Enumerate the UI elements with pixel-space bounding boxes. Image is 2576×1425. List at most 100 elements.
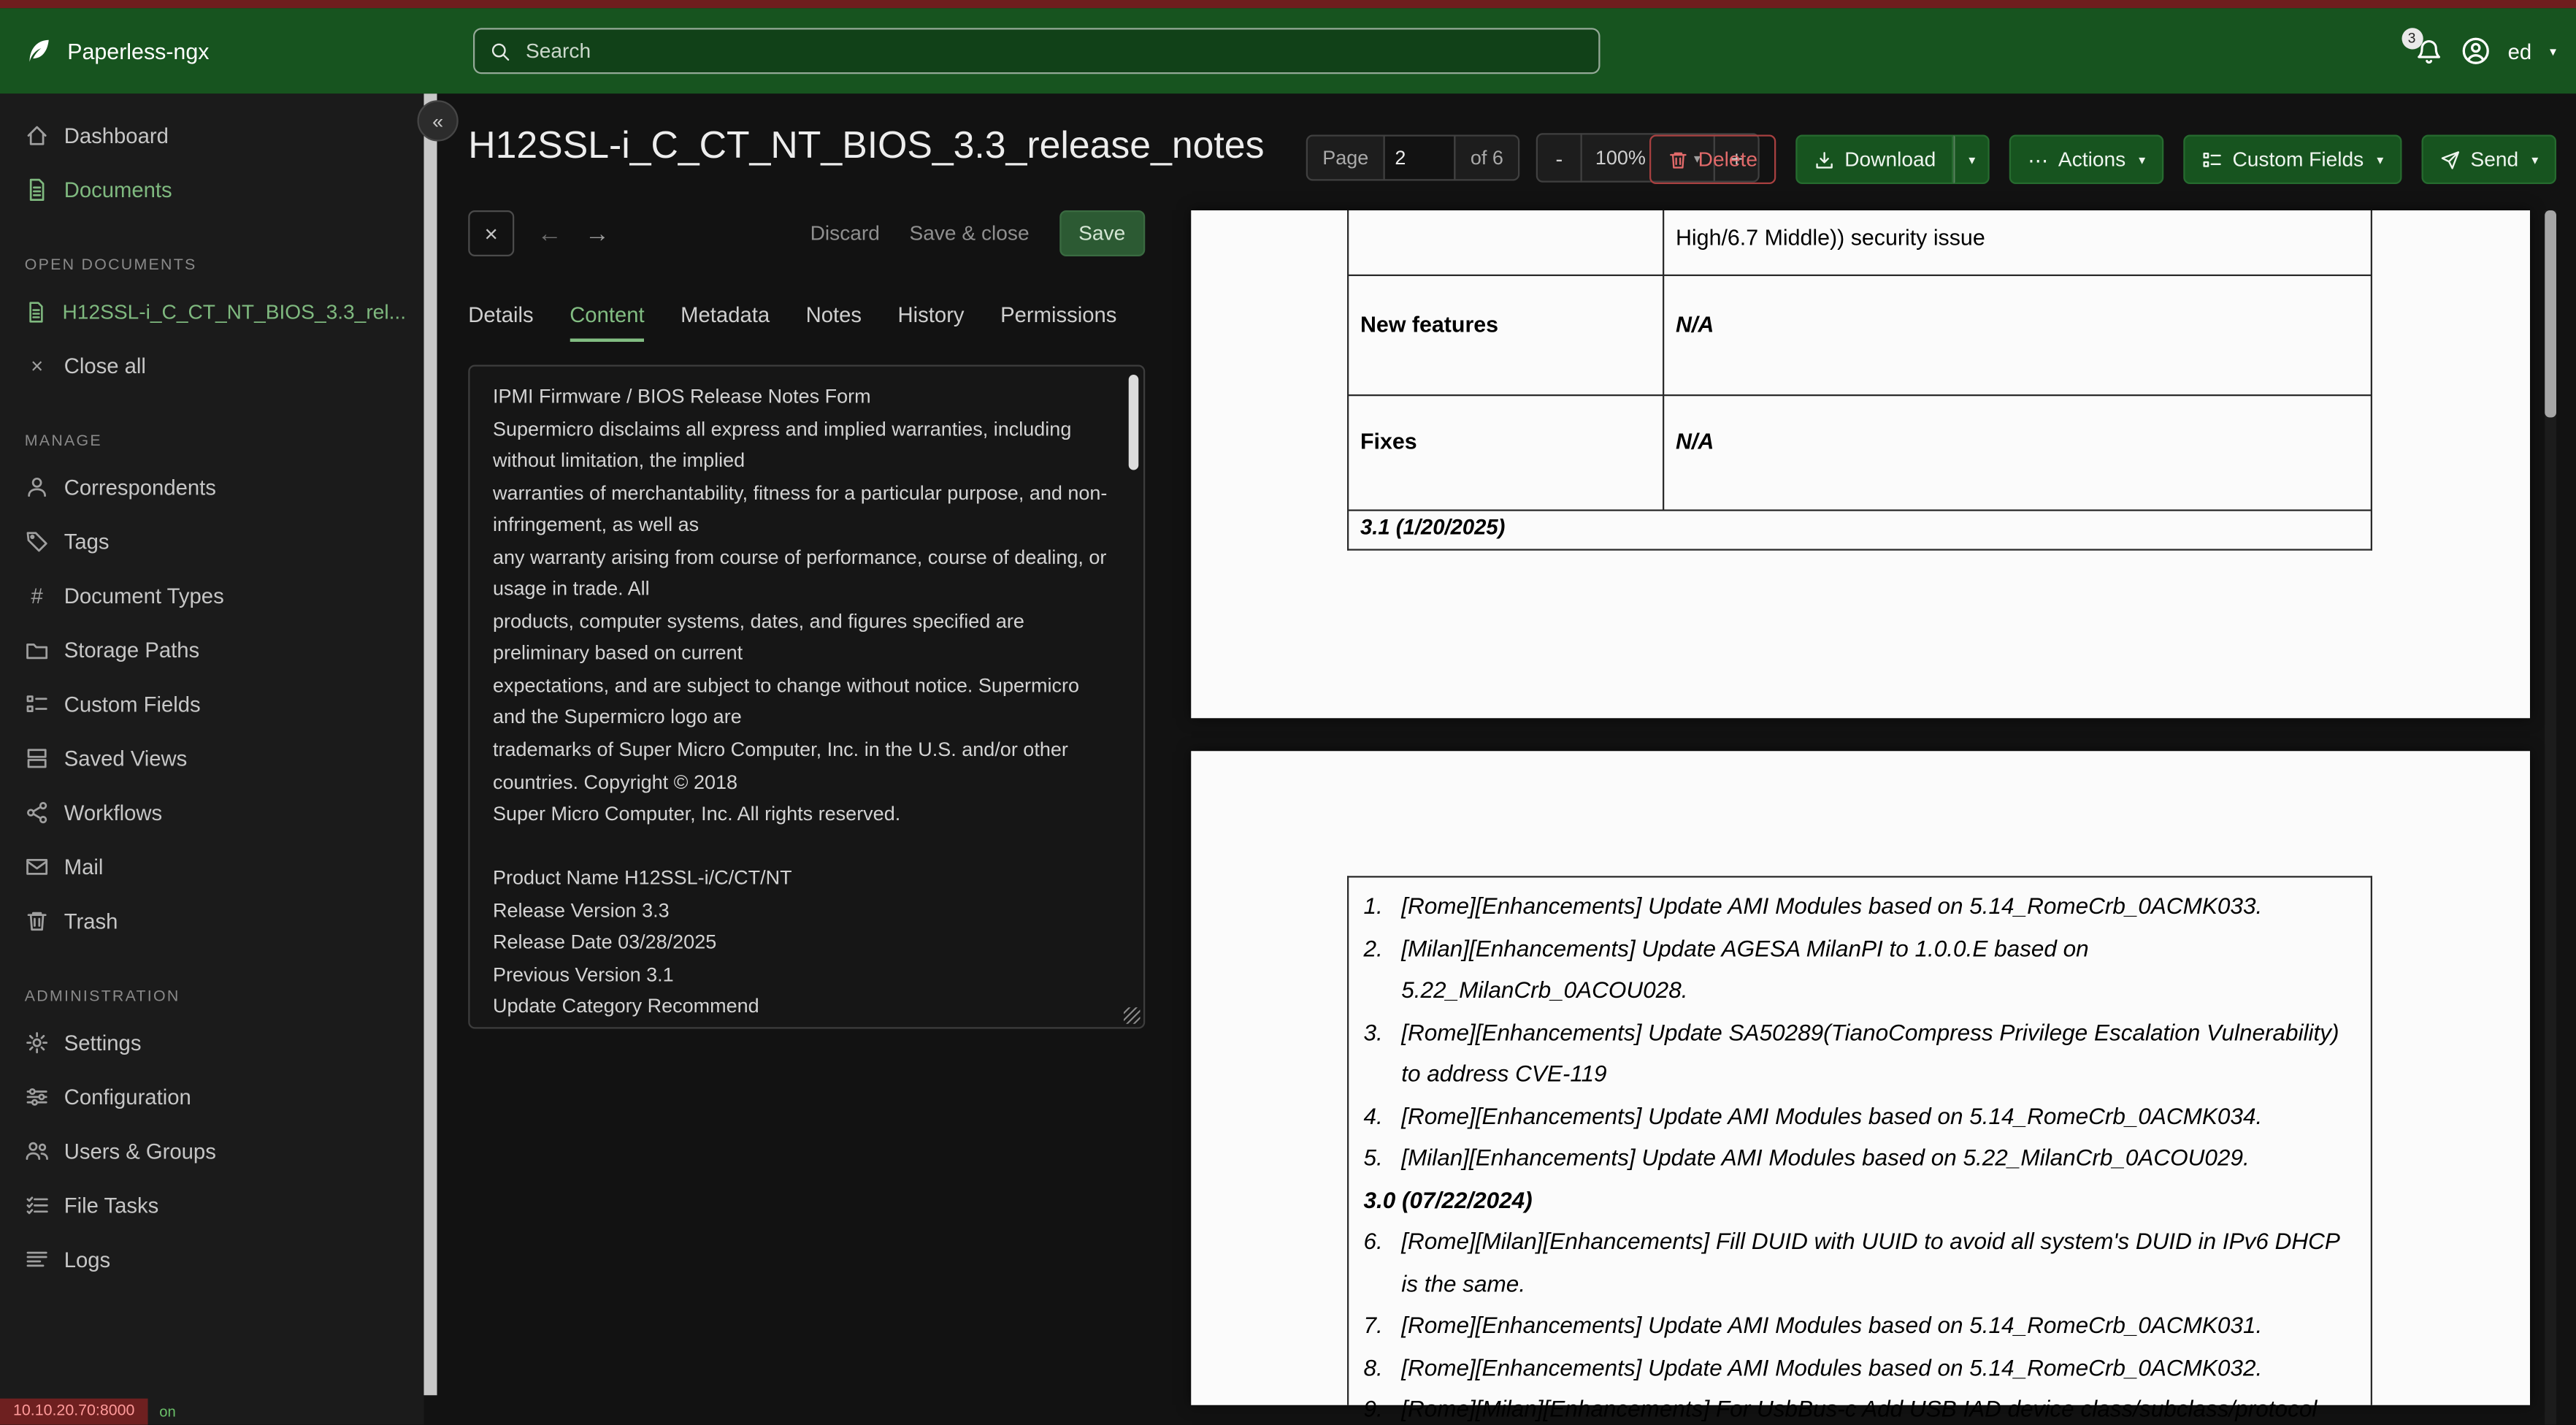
page-number-input[interactable] (1384, 135, 1456, 181)
download-caret-button[interactable]: ▾ (1954, 135, 1990, 185)
sidebar-item-label: Tags (64, 530, 110, 554)
send-button[interactable]: Send ▾ (2421, 135, 2556, 185)
table-line (1347, 876, 1349, 1405)
close-document-button[interactable]: × (468, 210, 514, 256)
sidebar-item-storage-paths[interactable]: Storage Paths (0, 623, 424, 677)
delete-button[interactable]: Delete (1649, 135, 1776, 185)
table-line (1663, 210, 1664, 510)
download-button[interactable]: Download (1795, 135, 1954, 185)
sidebar-item-label: Workflows (64, 801, 162, 825)
sidebar-close-all[interactable]: × Close all (0, 339, 424, 393)
browser-chrome-strip (0, 0, 2576, 8)
checklist-icon (2201, 149, 2223, 170)
notifications-button[interactable]: 3 (2414, 37, 2442, 65)
next-document-button[interactable]: → (585, 219, 610, 247)
pdf-scrollbar-thumb[interactable] (2545, 210, 2556, 418)
content-textarea[interactable]: IPMI Firmware / BIOS Release Notes Form … (468, 365, 1145, 1029)
user-avatar-icon[interactable] (2460, 37, 2490, 66)
tab-content[interactable]: Content (570, 302, 644, 342)
sidebar-open-document[interactable]: H12SSL-i_C_CT_NT_BIOS_3.3_rel... (0, 284, 424, 338)
list-number: 8. (1364, 1347, 1402, 1388)
tab-details[interactable]: Details (468, 302, 533, 342)
delete-label: Delete (1698, 148, 1757, 172)
sidebar-item-label: Mail (64, 855, 104, 879)
status-server-suffix: on (159, 1404, 176, 1421)
global-search[interactable] (473, 28, 1601, 74)
sidebar-item-documents[interactable]: Documents (0, 163, 424, 217)
username[interactable]: ed (2508, 39, 2532, 64)
notification-badge: 3 (2401, 27, 2422, 48)
sidebar-scrollbar[interactable] (424, 93, 437, 1395)
list-number: 2. (1364, 928, 1402, 1012)
list-item: 4.[Rome][Enhancements] Update AMI Module… (1364, 1096, 2356, 1137)
trash-icon (25, 909, 50, 933)
pdf-page-2: 1.[Rome][Enhancements] Update AMI Module… (1191, 751, 2530, 1405)
sidebar: Dashboard Documents OPEN DOCUMENTS H12SS… (0, 93, 424, 1425)
editor-tabs: Details Content Metadata Notes History P… (468, 302, 1145, 342)
section-administration: ADMINISTRATION (25, 987, 424, 1006)
previous-document-button[interactable]: ← (537, 219, 562, 247)
send-label: Send (2471, 148, 2519, 172)
sidebar-item-custom-fields[interactable]: Custom Fields (0, 677, 424, 731)
sidebar-item-users-groups[interactable]: Users & Groups (0, 1124, 424, 1178)
people-icon (25, 1139, 50, 1164)
list-text: [Rome][Enhancements] Update AMI Modules … (1401, 1347, 2346, 1388)
list-number: 3. (1364, 1012, 1402, 1096)
save-button[interactable]: Save (1059, 210, 1145, 256)
envelope-icon (25, 855, 50, 879)
sidebar-item-correspondents[interactable]: Correspondents (0, 460, 424, 514)
list-item: 5.[Milan][Enhancements] Update AMI Modul… (1364, 1137, 2356, 1179)
section-manage: MANAGE (25, 432, 424, 451)
sidebar-item-logs[interactable]: Logs (0, 1233, 424, 1287)
custom-fields-button[interactable]: Custom Fields ▾ (2183, 135, 2401, 185)
sidebar-item-saved-views[interactable]: Saved Views (0, 731, 424, 785)
table-line (1347, 210, 1349, 551)
discard-button[interactable]: Discard (810, 222, 880, 245)
list-number: 6. (1364, 1221, 1402, 1305)
sidebar-item-workflows[interactable]: Workflows (0, 786, 424, 840)
user-menu-caret-icon[interactable]: ▾ (2550, 44, 2556, 58)
list-item: 1.[Rome][Enhancements] Update AMI Module… (1364, 886, 2356, 928)
app-window: Paperless-ngx 3 ed ▾ Dashboard Documents… (0, 0, 2576, 1425)
sidebar-item-tags[interactable]: Tags (0, 514, 424, 568)
text-lines-icon (25, 1248, 50, 1272)
sidebar-item-file-tasks[interactable]: File Tasks (0, 1178, 424, 1232)
sidebar-item-trash[interactable]: Trash (0, 894, 424, 948)
tab-metadata[interactable]: Metadata (681, 302, 770, 342)
pdf-version-row: 3.1 (1/20/2025) (1360, 514, 1505, 539)
document-editor-panel: × ← → Discard Save & close Save Details … (468, 210, 1145, 1029)
sidebar-collapse-button[interactable]: « (418, 100, 459, 141)
search-icon (490, 40, 511, 61)
tab-history[interactable]: History (898, 302, 965, 342)
textarea-scrollbar[interactable] (1129, 375, 1139, 470)
actions-button[interactable]: ⋯ Actions ▾ (2010, 135, 2163, 185)
sidebar-item-settings[interactable]: Settings (0, 1016, 424, 1070)
tab-permissions[interactable]: Permissions (1000, 302, 1116, 342)
download-label: Download (1844, 148, 1936, 172)
search-input[interactable] (523, 38, 1599, 64)
textarea-resize-handle[interactable] (1124, 1007, 1141, 1024)
list-text: [Rome][Enhancements] Update AMI Modules … (1401, 886, 2346, 928)
folder-icon (25, 638, 50, 662)
list-text: [Rome][Enhancements] Update SA50289(Tian… (1401, 1012, 2346, 1096)
sidebar-item-label: Saved Views (64, 746, 188, 771)
close-icon: × (25, 354, 50, 378)
task-list-icon (25, 1193, 50, 1218)
pdf-page-1: High/6.7 Middle)) security issue New fea… (1191, 210, 2530, 718)
sidebar-item-label: Logs (64, 1248, 110, 1272)
custom-fields-label: Custom Fields (2232, 148, 2364, 172)
list-text: [Rome][Enhancements] Update AMI Modules … (1401, 1305, 2346, 1347)
list-item: 3.[Rome][Enhancements] Update SA50289(Ti… (1364, 1012, 2356, 1096)
list-item: 9.[Rome][Milan][Enhancements] For UsbBus… (1364, 1388, 2356, 1425)
checklist-icon (25, 692, 50, 717)
tab-notes[interactable]: Notes (806, 302, 862, 342)
brand[interactable]: Paperless-ngx (21, 34, 209, 67)
person-icon (25, 475, 50, 500)
sidebar-item-mail[interactable]: Mail (0, 840, 424, 894)
sidebar-item-dashboard[interactable]: Dashboard (0, 109, 424, 163)
save-and-close-button[interactable]: Save & close (909, 222, 1029, 245)
sidebar-item-configuration[interactable]: Configuration (0, 1070, 424, 1124)
sidebar-item-document-types[interactable]: # Document Types (0, 569, 424, 623)
list-item: 7.[Rome][Enhancements] Update AMI Module… (1364, 1305, 2356, 1347)
zoom-out-button[interactable]: - (1536, 133, 1582, 183)
